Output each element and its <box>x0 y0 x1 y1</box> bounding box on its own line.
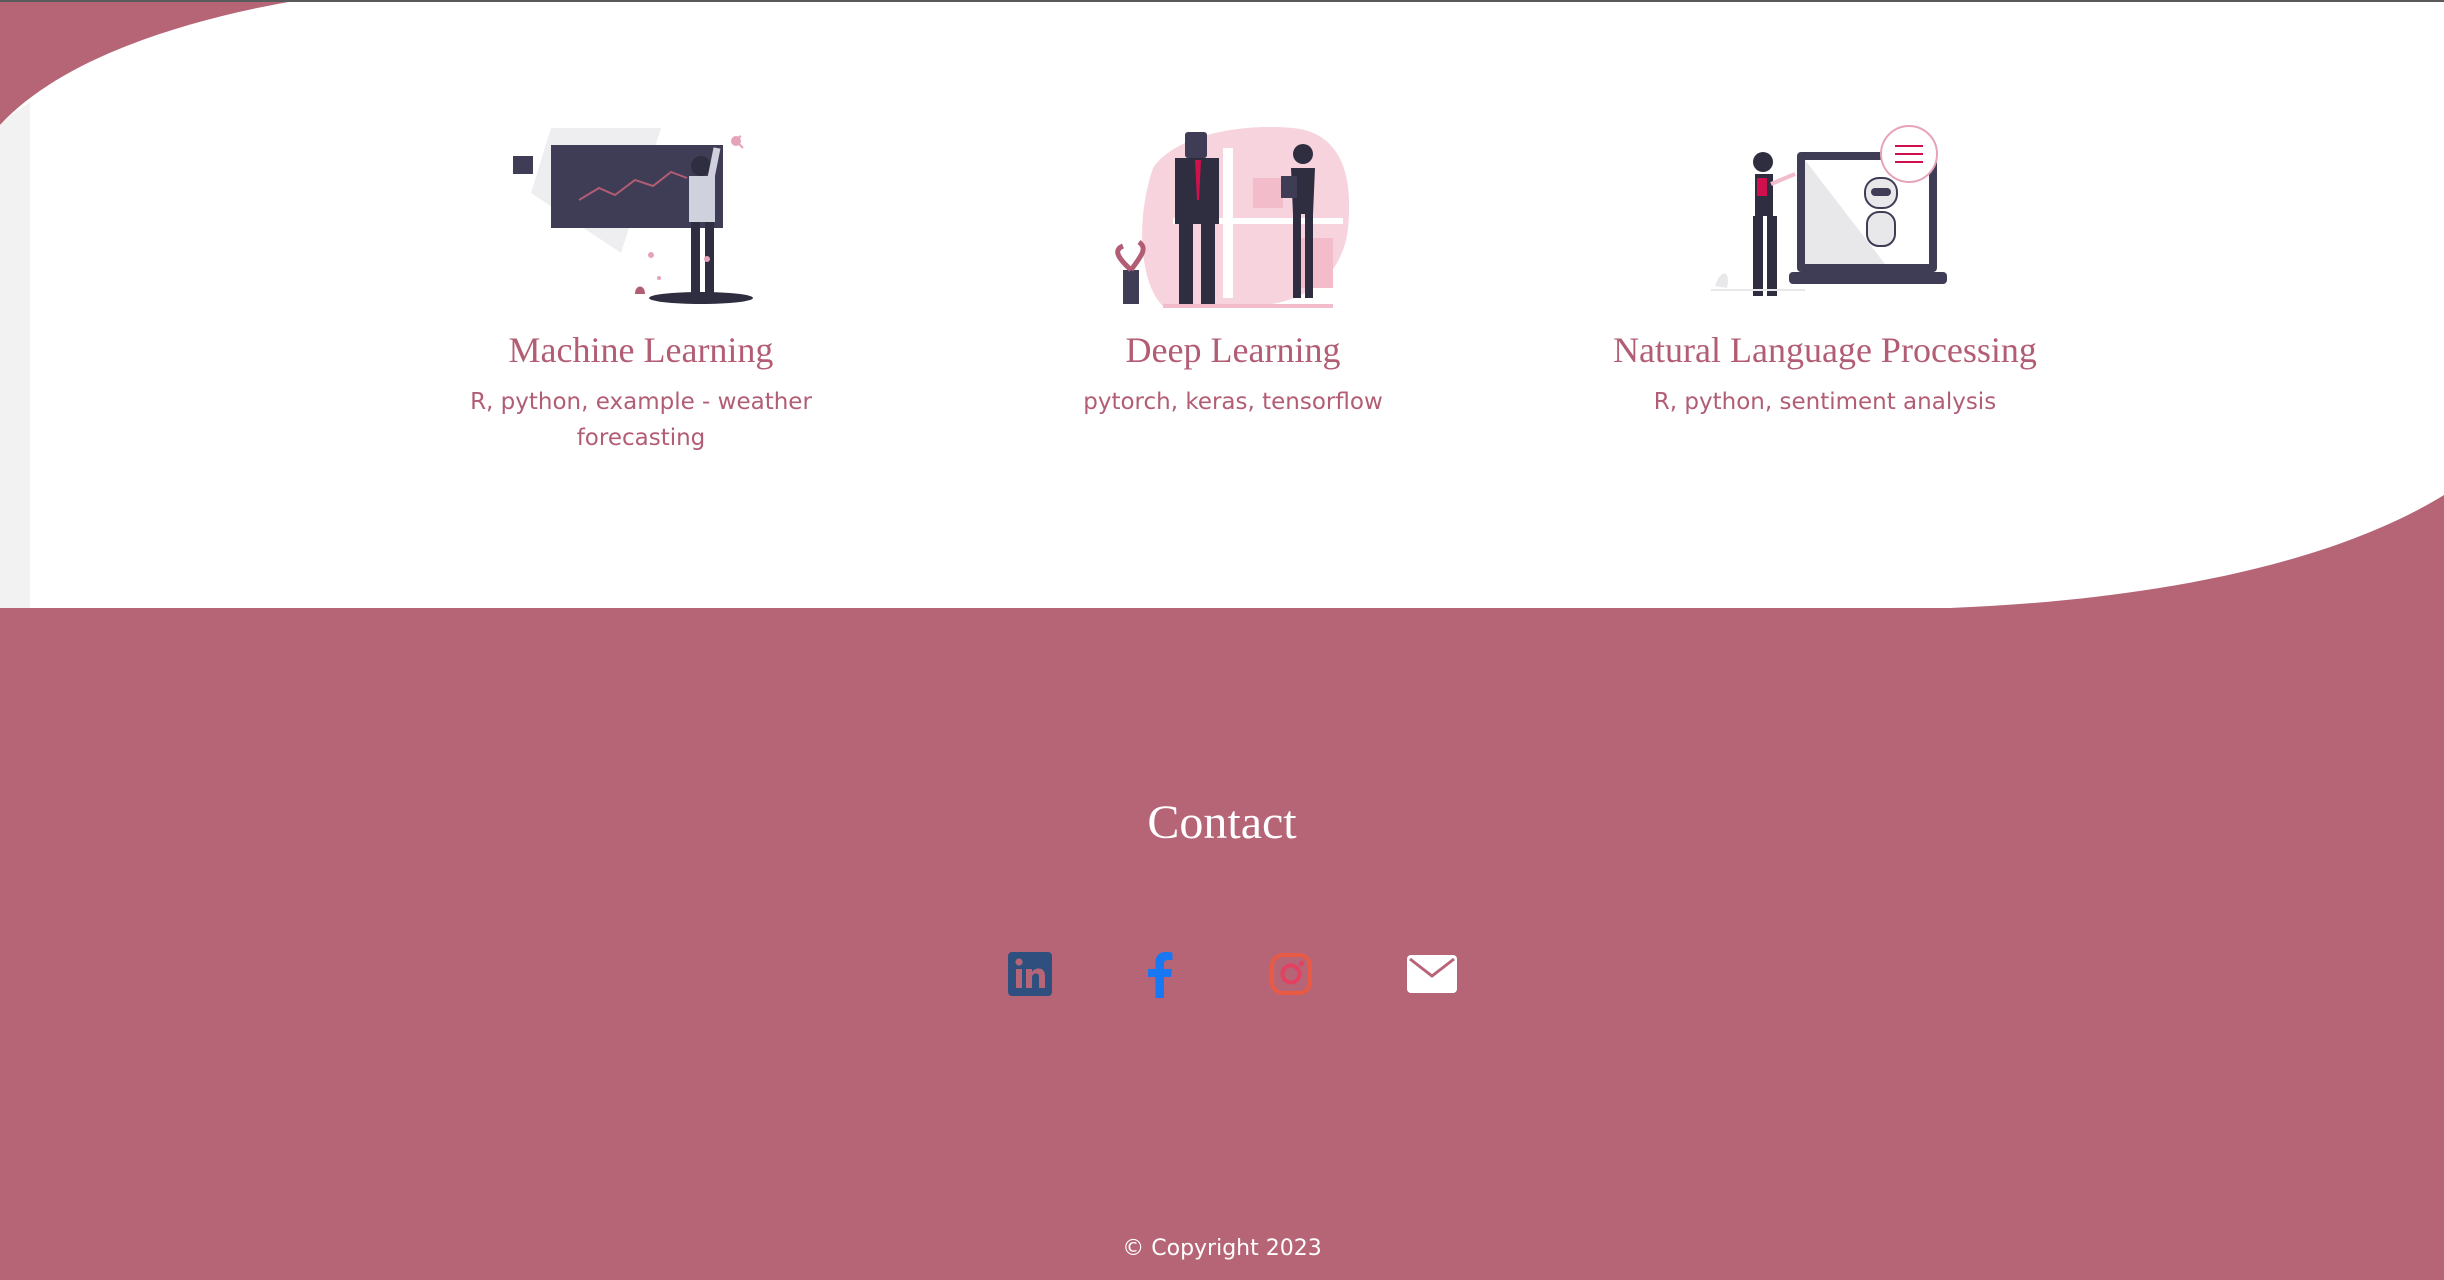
facebook-icon <box>1148 952 1173 998</box>
skill-description: R, python, example - weather forecasting <box>470 389 812 451</box>
contact-title: Contact <box>1147 796 1297 849</box>
skill-card-nlp: Natural Language Processing R, python, s… <box>1595 118 2055 420</box>
instagram-link[interactable] <box>1263 946 1319 1002</box>
skill-title: Natural Language Processing <box>1613 330 2037 370</box>
instagram-icon <box>1270 953 1312 995</box>
email-link[interactable] <box>1404 946 1460 1002</box>
person-with-chatbot-laptop-illustration <box>1711 125 1947 296</box>
envelope-icon <box>1407 955 1457 993</box>
top-border <box>0 0 2444 2</box>
facebook-link[interactable] <box>1132 946 1188 1002</box>
skill-title: Machine Learning <box>508 330 774 370</box>
linkedin-icon <box>1008 952 1052 996</box>
skills-section: Machine Learning R, python, example - we… <box>0 0 2444 610</box>
skill-card-deep-learning: Deep Learning pytorch, keras, tensorflow <box>1003 118 1463 420</box>
page: Machine Learning R, python, example - we… <box>0 0 2444 1280</box>
linkedin-link[interactable] <box>1002 946 1058 1002</box>
robot-and-person-with-clipboard-illustration <box>1115 127 1350 308</box>
skill-description: R, python, sentiment analysis <box>1653 389 1997 415</box>
copyright-text: © Copyright 2023 <box>1122 1236 1322 1261</box>
skill-card-machine-learning: Machine Learning R, python, example - we… <box>411 118 871 456</box>
skill-description: pytorch, keras, tensorflow <box>1083 389 1383 415</box>
skill-title: Deep Learning <box>1125 330 1341 370</box>
person-presenting-chart-illustration <box>513 128 753 304</box>
